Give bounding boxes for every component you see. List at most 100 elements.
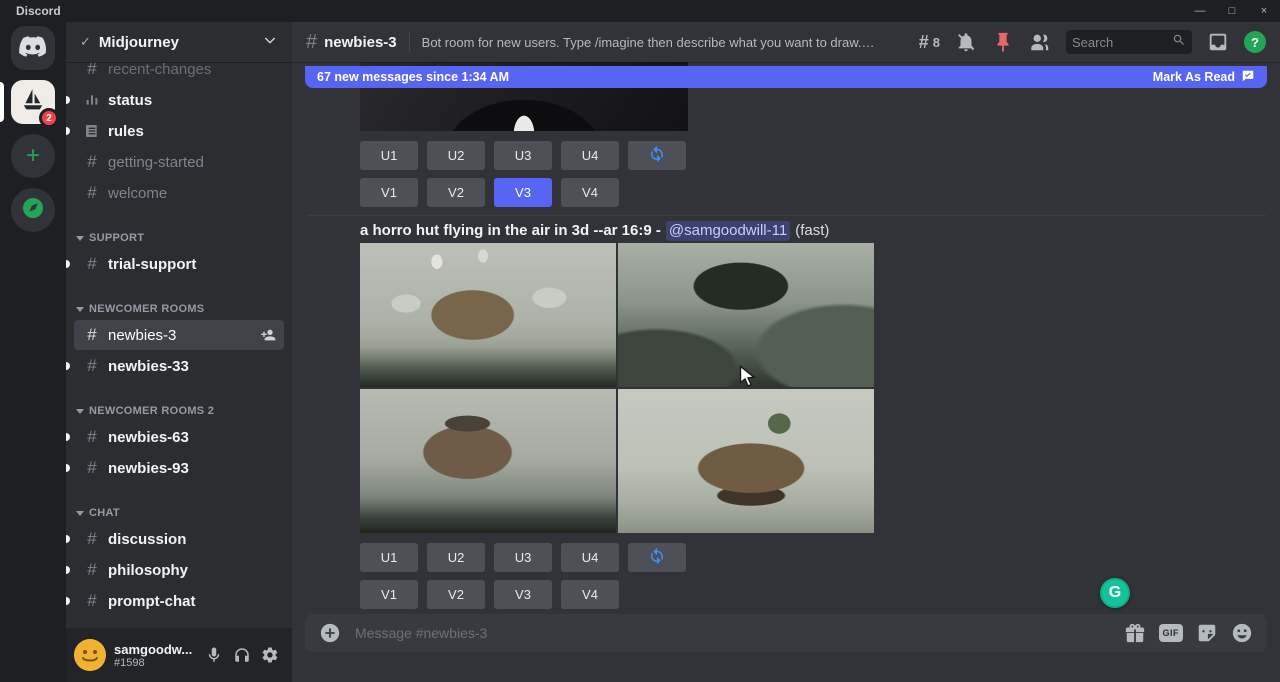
server-header[interactable]: ✓ Midjourney xyxy=(66,22,292,62)
home-rail-item xyxy=(0,26,66,70)
window-controls: — □ × xyxy=(1184,0,1280,22)
reroll-button[interactable] xyxy=(628,543,686,572)
channel-topic[interactable]: Bot room for new users. Type /imagine th… xyxy=(422,35,877,50)
section-support[interactable]: SUPPORT xyxy=(76,229,284,247)
chat-area: # newbies-3 Bot room for new users. Type… xyxy=(292,22,1280,682)
channel-sidebar: ✓ Midjourney # recent-changes status xyxy=(66,22,292,682)
channel-newbies-93[interactable]: # newbies-93 xyxy=(74,453,284,483)
main-row: 2 + ✓ Midjourney xyxy=(0,22,1280,682)
message-divider xyxy=(308,215,1266,216)
prompt-text: a horro hut flying in the air in 3d --ar… xyxy=(360,221,661,241)
message-newest: a horro hut flying in the air in 3d --ar… xyxy=(292,221,1280,609)
generation-mode: (fast) xyxy=(795,221,829,241)
v1-button[interactable]: V1 xyxy=(360,178,418,207)
u3-button[interactable]: U3 xyxy=(494,141,552,170)
upscale-button-row: U1 U2 U3 U4 xyxy=(360,543,1280,572)
u1-button[interactable]: U1 xyxy=(360,543,418,572)
threads-hash-icon: # xyxy=(919,32,929,53)
upscale-button-row: U1 U2 U3 U4 xyxy=(360,141,1280,170)
emoji-icon[interactable] xyxy=(1231,622,1253,644)
pinned-messages-icon[interactable] xyxy=(992,31,1014,53)
headphones-icon[interactable] xyxy=(228,641,256,669)
u2-button[interactable]: U2 xyxy=(427,543,485,572)
add-server-button[interactable]: + xyxy=(11,134,55,178)
u1-button[interactable]: U1 xyxy=(360,141,418,170)
channel-newbies-63[interactable]: # newbies-63 xyxy=(74,422,284,452)
hash-icon: # xyxy=(82,529,102,549)
section-chat[interactable]: CHAT xyxy=(76,504,284,522)
composer: GIF xyxy=(292,614,1280,682)
generated-image-1[interactable] xyxy=(360,243,616,387)
compass-icon xyxy=(21,196,45,225)
channel-status[interactable]: status xyxy=(74,85,284,115)
u4-button[interactable]: U4 xyxy=(561,141,619,170)
channel-welcome[interactable]: # welcome xyxy=(74,178,284,208)
gif-picker-icon[interactable]: GIF xyxy=(1159,624,1184,642)
minimize-button[interactable]: — xyxy=(1184,0,1216,22)
chat-header: # newbies-3 Bot room for new users. Type… xyxy=(292,22,1280,62)
generated-image-2[interactable] xyxy=(618,243,874,387)
channel-discussion[interactable]: # discussion xyxy=(74,524,284,554)
new-messages-bar[interactable]: 67 new messages since 1:34 AM Mark As Re… xyxy=(305,66,1267,88)
channel-rules[interactable]: rules xyxy=(74,116,284,146)
u3-button[interactable]: U3 xyxy=(494,543,552,572)
member-list-icon[interactable] xyxy=(1029,31,1051,53)
chevron-down-icon xyxy=(262,32,278,53)
v3-button-selected[interactable]: V3 xyxy=(494,178,552,207)
chat-body: 67 new messages since 1:34 AM Mark As Re… xyxy=(292,62,1280,682)
create-invite-icon[interactable] xyxy=(260,327,276,343)
v4-button[interactable]: V4 xyxy=(561,580,619,609)
v1-button[interactable]: V1 xyxy=(360,580,418,609)
v4-button[interactable]: V4 xyxy=(561,178,619,207)
gear-icon[interactable] xyxy=(256,641,284,669)
midjourney-server-icon[interactable]: 2 xyxy=(11,80,55,124)
maximize-button[interactable]: □ xyxy=(1216,0,1248,22)
reroll-button[interactable] xyxy=(628,141,686,170)
u2-button[interactable]: U2 xyxy=(427,141,485,170)
search-input[interactable]: Search xyxy=(1066,30,1192,54)
mark-as-read-button[interactable]: Mark As Read xyxy=(1153,69,1255,86)
discord-home-button[interactable] xyxy=(11,26,55,70)
generated-image-4[interactable] xyxy=(618,389,874,533)
variation-button-row: V1 V2 V3 V4 xyxy=(360,580,1280,609)
user-area: samgoodw... #1598 xyxy=(66,628,292,682)
hash-icon: # xyxy=(82,427,102,447)
channel-prompt-chat[interactable]: # prompt-chat xyxy=(74,586,284,616)
channel-newbies-3[interactable]: # newbies-3 xyxy=(74,320,284,350)
grammarly-badge[interactable]: G xyxy=(1100,578,1130,608)
user-info[interactable]: samgoodw... #1598 xyxy=(114,642,200,669)
channel-recent-changes[interactable]: # recent-changes xyxy=(74,62,284,84)
channel-getting-started[interactable]: # getting-started xyxy=(74,147,284,177)
gift-icon[interactable] xyxy=(1124,622,1146,644)
mic-icon[interactable] xyxy=(200,641,228,669)
channel-philosophy[interactable]: # philosophy xyxy=(74,555,284,585)
v2-button[interactable]: V2 xyxy=(427,580,485,609)
attach-plus-icon[interactable] xyxy=(319,622,341,644)
explore-rail-item xyxy=(0,188,66,232)
help-icon[interactable]: ? xyxy=(1244,31,1266,53)
hash-icon: # xyxy=(82,254,102,274)
verified-server-icon: ✓ xyxy=(80,34,91,50)
section-newcomer-rooms[interactable]: NEWCOMER ROOMS xyxy=(76,300,284,318)
v2-button[interactable]: V2 xyxy=(427,178,485,207)
inbox-icon[interactable] xyxy=(1207,31,1229,53)
threads-button[interactable]: # 8 xyxy=(919,32,940,53)
section-newcomer-rooms-2[interactable]: NEWCOMER ROOMS 2 xyxy=(76,402,284,420)
generated-image-3[interactable] xyxy=(360,389,616,533)
u4-button[interactable]: U4 xyxy=(561,543,619,572)
v3-button[interactable]: V3 xyxy=(494,580,552,609)
user-avatar[interactable] xyxy=(74,639,106,671)
notifications-muted-icon[interactable] xyxy=(955,31,977,53)
close-button[interactable]: × xyxy=(1248,0,1280,22)
channel-newbies-33[interactable]: # newbies-33 xyxy=(74,351,284,381)
message-input[interactable] xyxy=(355,625,1124,641)
explore-servers-button[interactable] xyxy=(11,188,55,232)
status-channel-icon xyxy=(82,92,102,108)
server-rail: 2 + xyxy=(0,22,66,682)
hash-icon: # xyxy=(82,591,102,611)
user-mention[interactable]: @samgoodwill-11 xyxy=(666,221,790,241)
plus-icon: + xyxy=(26,144,40,168)
message-input-box[interactable]: GIF xyxy=(305,614,1267,652)
sticker-icon[interactable] xyxy=(1196,622,1218,644)
channel-trial-support[interactable]: # trial-support xyxy=(74,249,284,279)
